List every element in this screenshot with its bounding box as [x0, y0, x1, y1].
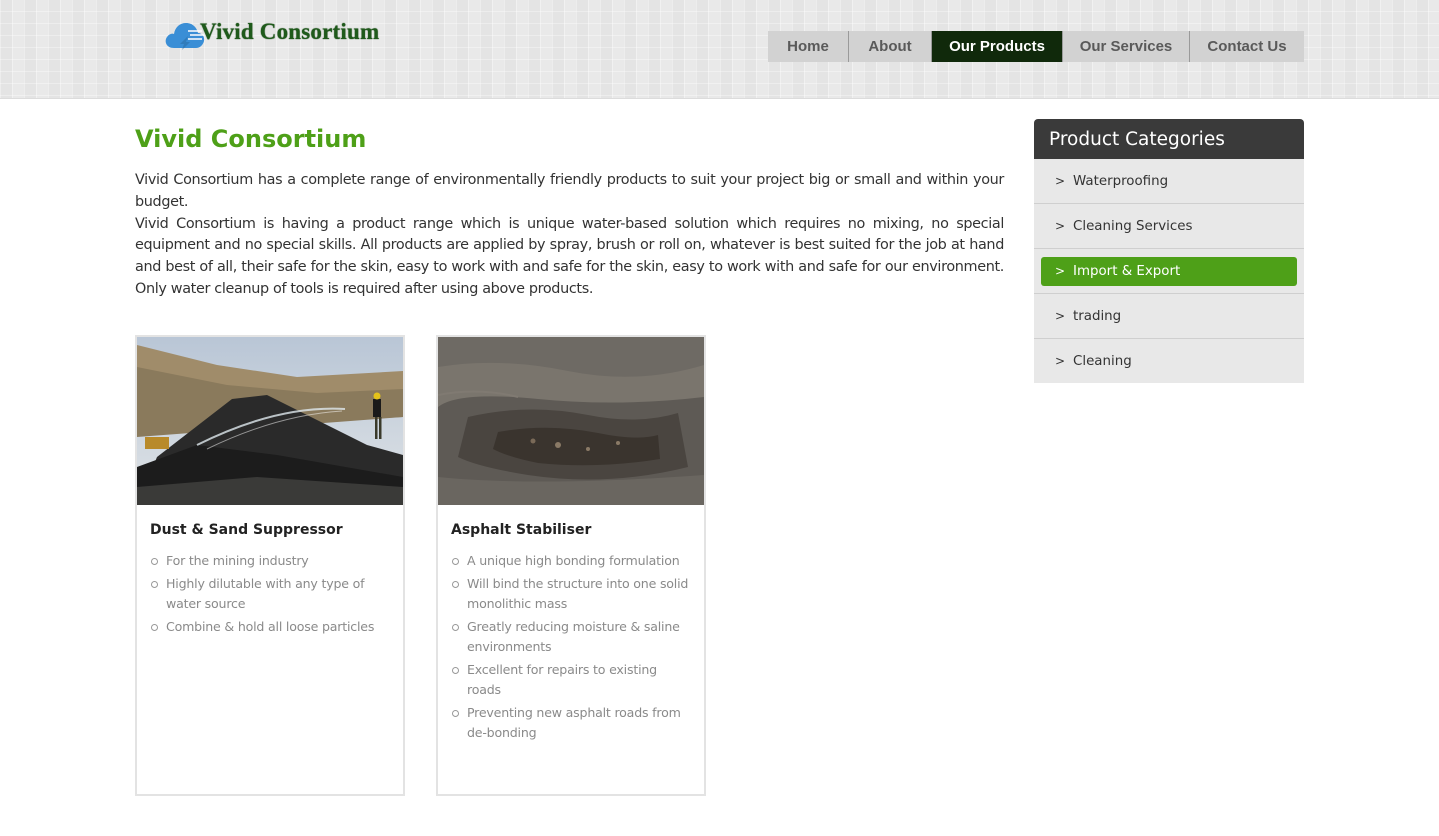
chevron-right-icon: > — [1055, 309, 1066, 323]
product-image-mining — [137, 337, 403, 505]
nav-contact-us[interactable]: Contact Us — [1190, 31, 1304, 62]
product-cards: Dust & Sand Suppressor For the mining in… — [135, 335, 706, 796]
category-inner: > trading — [1041, 302, 1297, 331]
intro-paragraph-2: Vivid Consortium is having a product ran… — [135, 215, 1004, 297]
category-trading[interactable]: > trading — [1034, 294, 1304, 339]
product-card[interactable]: Dust & Sand Suppressor For the mining in… — [135, 335, 405, 796]
category-cleaning-services[interactable]: > Cleaning Services — [1034, 204, 1304, 249]
chevron-right-icon: > — [1055, 354, 1066, 368]
product-categories-sidebar: Product Categories > Waterproofing > Cle… — [1034, 119, 1304, 383]
feature-item: Greatly reducing moisture & saline envir… — [452, 617, 693, 657]
nav-about[interactable]: About — [849, 31, 932, 62]
chevron-right-icon: > — [1055, 264, 1066, 278]
category-cleaning[interactable]: > Cleaning — [1034, 339, 1304, 383]
product-title: Dust & Sand Suppressor — [150, 522, 343, 538]
category-import-export[interactable]: > Import & Export — [1034, 249, 1304, 294]
feature-item: Will bind the structure into one solid m… — [452, 574, 693, 614]
feature-item: Highly dilutable with any type of water … — [151, 574, 392, 614]
feature-item: Excellent for repairs to existing roads — [452, 660, 693, 700]
site-header: Vivid Consortium Home About Our Products… — [0, 0, 1439, 99]
main-nav: Home About Our Products Our Services Con… — [768, 31, 1304, 62]
chevron-right-icon: > — [1055, 219, 1066, 233]
feature-item: Preventing new asphalt roads from de-bon… — [452, 703, 693, 743]
page-title: Vivid Consortium — [135, 125, 367, 153]
category-label: trading — [1073, 308, 1122, 324]
site-logo[interactable]: Vivid Consortium — [164, 12, 394, 56]
feature-item: Combine & hold all loose particles — [151, 617, 392, 637]
sidebar-title: Product Categories — [1034, 119, 1304, 159]
product-card[interactable]: Asphalt Stabiliser A unique high bonding… — [436, 335, 706, 796]
feature-list: For the mining industry Highly dilutable… — [151, 551, 403, 637]
category-inner: > Cleaning — [1041, 347, 1297, 376]
category-inner: > Import & Export — [1041, 256, 1297, 286]
intro-paragraph-1: Vivid Consortium has a complete range of… — [135, 172, 1004, 210]
feature-item: A unique high bonding formulation — [452, 551, 693, 571]
category-inner: > Cleaning Services — [1041, 212, 1297, 241]
product-image-asphalt — [438, 337, 704, 505]
category-label: Cleaning Services — [1073, 218, 1193, 234]
category-list: > Waterproofing > Cleaning Services > Im… — [1034, 159, 1304, 383]
nav-our-services[interactable]: Our Services — [1063, 31, 1190, 62]
category-waterproofing[interactable]: > Waterproofing — [1034, 159, 1304, 204]
chevron-right-icon: > — [1055, 174, 1066, 188]
nav-home[interactable]: Home — [768, 31, 849, 62]
product-title: Asphalt Stabiliser — [451, 522, 592, 538]
intro-text: Vivid Consortium has a complete range of… — [135, 170, 1004, 301]
feature-item: For the mining industry — [151, 551, 392, 571]
category-inner: > Waterproofing — [1041, 167, 1297, 196]
category-label: Import & Export — [1073, 263, 1181, 279]
category-label: Cleaning — [1073, 353, 1132, 369]
logo-text: Vivid Consortium — [200, 19, 380, 44]
main-content: Vivid Consortium Vivid Consortium has a … — [135, 119, 1004, 301]
category-label: Waterproofing — [1073, 173, 1169, 189]
nav-our-products[interactable]: Our Products — [932, 31, 1063, 62]
feature-list: A unique high bonding formulation Will b… — [452, 551, 704, 743]
